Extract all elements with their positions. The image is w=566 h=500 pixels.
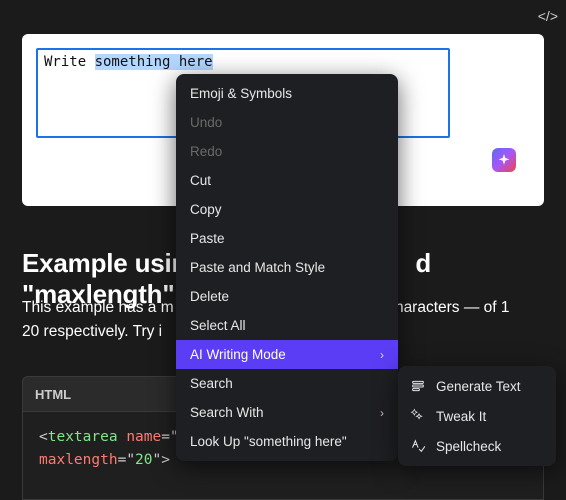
context-menu-item-label: Paste and Match Style (190, 260, 325, 275)
context-menu-item-label: Cut (190, 173, 211, 188)
code-lang-label: HTML (35, 387, 71, 402)
submenu-item-label: Generate Text (436, 379, 521, 394)
context-menu-item-select-all[interactable]: Select All (176, 311, 398, 340)
context-menu: Emoji & Symbols Undo Redo Cut Copy Paste Paste… (176, 74, 398, 461)
tweak-icon (410, 408, 426, 424)
submenu-item-generate-text[interactable]: Generate Text (398, 371, 556, 401)
ai-badge-icon[interactable] (492, 148, 516, 172)
context-menu-item-paste-and-match-style[interactable]: Paste and Match Style (176, 253, 398, 282)
context-menu-item-label: Look Up "something here" (190, 434, 347, 449)
context-menu-item-label: Delete (190, 289, 229, 304)
context-menu-item-label: Undo (190, 115, 222, 130)
submenu-item-label: Tweak It (436, 409, 486, 424)
chevron-right-icon: › (380, 406, 384, 420)
context-menu-item-label: Emoji & Symbols (190, 86, 292, 101)
context-menu-item-label: AI Writing Mode (190, 347, 286, 362)
context-menu-item-look-up-something-here[interactable]: Look Up "something here" (176, 427, 398, 456)
toolbar-code-icon[interactable]: </> (538, 8, 558, 24)
submenu-item-tweak-it[interactable]: Tweak It (398, 401, 556, 431)
submenu-item-label: Spellcheck (436, 439, 501, 454)
context-menu-item-label: Search With (190, 405, 264, 420)
context-menu-item-ai-writing-mode[interactable]: AI Writing Mode › (176, 340, 398, 369)
context-menu-item-redo: Redo (176, 137, 398, 166)
textarea-selection: something here (95, 54, 213, 70)
generate-text-icon (410, 378, 426, 394)
context-menu-item-label: Redo (190, 144, 222, 159)
context-menu-item-cut[interactable]: Cut (176, 166, 398, 195)
context-menu-item-label: Select All (190, 318, 246, 333)
context-menu-item-search-with[interactable]: Search With › (176, 398, 398, 427)
textarea-text: Write something here (44, 54, 213, 70)
context-menu-item-delete[interactable]: Delete (176, 282, 398, 311)
context-menu-item-label: Copy (190, 202, 222, 217)
context-menu-item-copy[interactable]: Copy (176, 195, 398, 224)
context-menu-item-emoji-symbols[interactable]: Emoji & Symbols (176, 79, 398, 108)
context-menu-item-label: Paste (190, 231, 225, 246)
spellcheck-icon (410, 438, 426, 454)
context-menu-item-undo: Undo (176, 108, 398, 137)
context-menu-item-search[interactable]: Search (176, 369, 398, 398)
context-menu-item-paste[interactable]: Paste (176, 224, 398, 253)
context-menu-item-label: Search (190, 376, 233, 391)
ai-writing-submenu: Generate Text Tweak It Spellcheck (398, 366, 556, 466)
submenu-item-spellcheck[interactable]: Spellcheck (398, 431, 556, 461)
chevron-right-icon: › (380, 348, 384, 362)
